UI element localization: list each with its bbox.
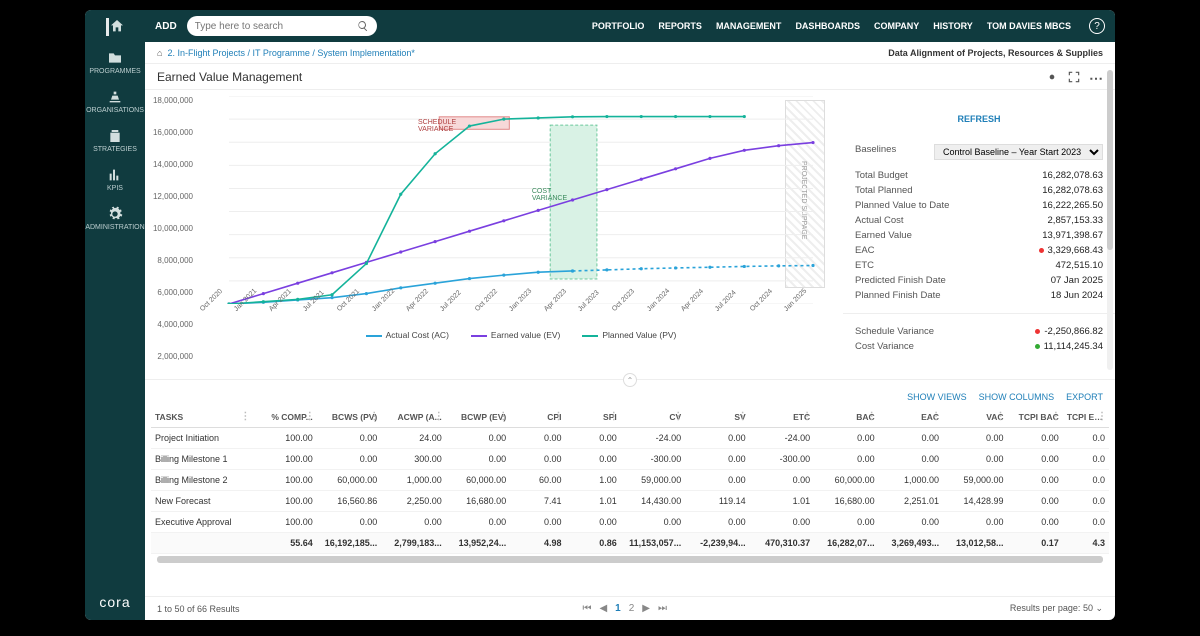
- fullscreen-icon[interactable]: [1067, 70, 1081, 84]
- bars-icon: [107, 167, 123, 183]
- sidebar-item-strategies[interactable]: STRATEGIES: [93, 128, 137, 153]
- column-menu-icon[interactable]: ⋮: [802, 411, 812, 422]
- breadcrumb-right: Data Alignment of Projects, Resources & …: [888, 48, 1103, 58]
- show-columns-link[interactable]: SHOW COLUMNS: [979, 392, 1055, 402]
- add-button[interactable]: ADD: [155, 21, 177, 32]
- search-box[interactable]: [187, 16, 377, 36]
- clipboard-icon: [107, 128, 123, 144]
- show-views-link[interactable]: SHOW VIEWS: [907, 392, 967, 402]
- last-page-icon[interactable]: ⏭: [658, 603, 667, 614]
- column-menu-icon[interactable]: ⋮: [498, 411, 508, 422]
- folder-icon: [107, 50, 123, 66]
- nav-company[interactable]: COMPANY: [874, 21, 919, 31]
- nav-user[interactable]: TOM DAVIES MBCS: [987, 21, 1071, 31]
- page-1[interactable]: 1: [615, 603, 621, 614]
- breadcrumb-path[interactable]: 2. In-Flight Projects / IT Programme / S…: [167, 48, 414, 58]
- breadcrumb: ⌂ 2. In-Flight Projects / IT Programme /…: [145, 42, 1115, 64]
- chart: 18,000,00016,000,00014,000,000 12,000,00…: [145, 90, 843, 379]
- nav-links: PORTFOLIO REPORTS MANAGEMENT DASHBOARDS …: [592, 21, 1071, 31]
- search-icon: [357, 20, 369, 32]
- sidebar-item-programmes[interactable]: PROGRAMMES: [89, 50, 140, 75]
- refresh-link[interactable]: REFRESH: [855, 114, 1103, 124]
- org-icon: [107, 89, 123, 105]
- table-actions: SHOW VIEWS SHOW COLUMNS EXPORT: [145, 387, 1115, 407]
- nav-portfolio[interactable]: PORTFOLIO: [592, 21, 645, 31]
- table-row[interactable]: Project Initiation100.000.0024.000.000.0…: [151, 428, 1109, 449]
- table-row[interactable]: Executive Approval100.000.000.000.000.00…: [151, 512, 1109, 533]
- column-menu-icon[interactable]: ⋮: [609, 411, 619, 422]
- sidebar-item-kpis[interactable]: KPIS: [107, 167, 123, 192]
- data-table: TASKS⋮% COMP...⋮BCWS (PV)⋮ACWP (A...⋮BCW…: [145, 407, 1115, 596]
- results-per-page[interactable]: Results per page: 50 ⌄: [1010, 603, 1103, 614]
- titlebar: Earned Value Management ⋯: [145, 64, 1115, 90]
- horizontal-scrollbar[interactable]: [157, 556, 1103, 563]
- more-icon[interactable]: ⋯: [1089, 70, 1103, 84]
- nav-reports[interactable]: REPORTS: [658, 21, 702, 31]
- column-menu-icon[interactable]: ⋮: [240, 411, 250, 422]
- x-axis: Oct 2020Jan 2021Apr 2021Jul 2021Oct 2021…: [199, 308, 843, 332]
- column-menu-icon[interactable]: ⋮: [738, 411, 748, 422]
- table-row[interactable]: Billing Milestone 1100.000.00300.000.000…: [151, 449, 1109, 470]
- help-icon[interactable]: ?: [1089, 18, 1105, 34]
- column-menu-icon[interactable]: ⋮: [553, 411, 563, 422]
- pager: ⏮ ◀ 1 2 ▶ ⏭: [582, 603, 667, 614]
- column-menu-icon[interactable]: ⋮: [434, 411, 444, 422]
- footer: 1 to 50 of 66 Results ⏮ ◀ 1 2 ▶ ⏭ Result…: [145, 596, 1115, 620]
- results-count: 1 to 50 of 66 Results: [157, 604, 240, 614]
- side-panel: REFRESH Baselines Control Baseline – Yea…: [843, 90, 1115, 379]
- gear-icon: [107, 206, 123, 222]
- nav-dashboards[interactable]: DASHBOARDS: [795, 21, 860, 31]
- y-axis: 18,000,00016,000,00014,000,000 12,000,00…: [145, 96, 197, 361]
- column-menu-icon[interactable]: ⋮: [931, 411, 941, 422]
- page-title: Earned Value Management: [157, 70, 302, 84]
- page-2[interactable]: 2: [629, 603, 635, 614]
- brand-logo: cora: [99, 594, 130, 610]
- home-icon: [109, 18, 125, 34]
- home-crumb-icon[interactable]: ⌂: [157, 48, 162, 58]
- column-menu-icon[interactable]: ⋮: [305, 411, 315, 422]
- column-menu-icon[interactable]: ⋮: [673, 411, 683, 422]
- search-input[interactable]: [195, 21, 357, 32]
- sidebar-item-organisations[interactable]: ORGANISATIONS: [86, 89, 144, 114]
- sidebar-item-administration[interactable]: ADMINISTRATION: [85, 206, 144, 231]
- nav-management[interactable]: MANAGEMENT: [716, 21, 782, 31]
- sidebar-item-home[interactable]: [106, 18, 125, 36]
- vertical-scrollbar[interactable]: [1107, 70, 1113, 370]
- nav-history[interactable]: HISTORY: [933, 21, 973, 31]
- column-menu-icon[interactable]: ⋮: [867, 411, 877, 422]
- settings-icon[interactable]: [1045, 70, 1059, 84]
- baseline-select[interactable]: Control Baseline – Year Start 2023: [934, 144, 1103, 160]
- next-page-icon[interactable]: ▶: [642, 603, 650, 614]
- sidebar: PROGRAMMES ORGANISATIONS STRATEGIES KPIS…: [85, 10, 145, 620]
- column-menu-icon[interactable]: ⋮: [369, 411, 379, 422]
- table-row[interactable]: Billing Milestone 2100.0060,000.001,000.…: [151, 470, 1109, 491]
- column-menu-icon[interactable]: ⋮: [1051, 411, 1061, 422]
- table-row[interactable]: New Forecast100.0016,560.862,250.0016,68…: [151, 491, 1109, 512]
- topbar: ADD PORTFOLIO REPORTS MANAGEMENT DASHBOA…: [145, 10, 1115, 42]
- export-link[interactable]: EXPORT: [1066, 392, 1103, 402]
- first-page-icon[interactable]: ⏮: [582, 603, 591, 614]
- column-menu-icon[interactable]: ⋮: [996, 411, 1006, 422]
- column-menu-icon[interactable]: ⋮: [1097, 411, 1107, 422]
- prev-page-icon[interactable]: ◀: [599, 603, 607, 614]
